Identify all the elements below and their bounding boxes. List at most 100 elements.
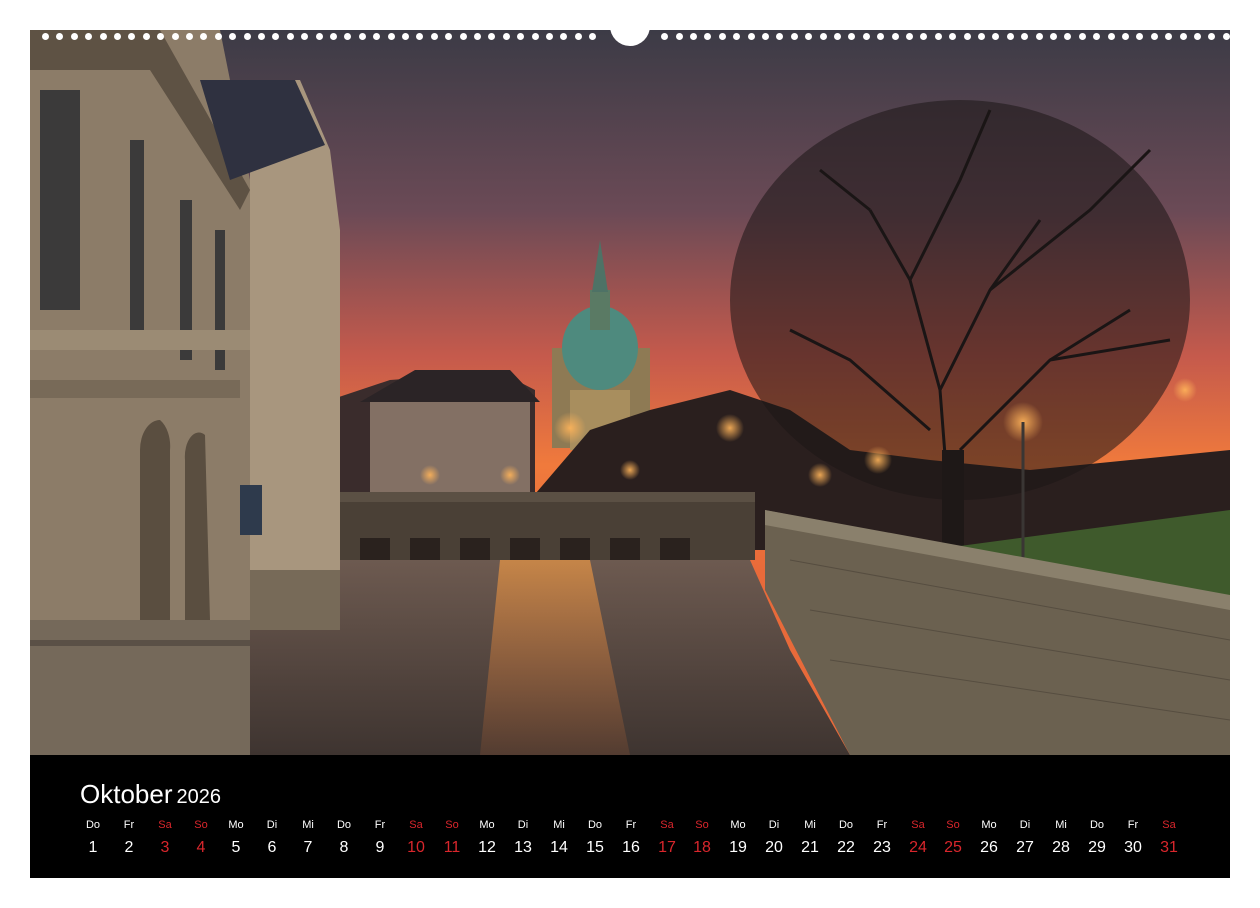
hanger-hook <box>610 22 650 46</box>
binding-hole <box>186 33 193 40</box>
day-number: 23 <box>873 839 891 856</box>
calendar-strip: Oktober 2026 Do 1 Fr 2 Sa 3 So 4 Mo 5 Di 6 Mi 7 Do 8 Fr 9 S… <box>30 755 1230 878</box>
weekday-label: Sa <box>1162 819 1176 831</box>
binding-hole <box>42 33 49 40</box>
binding-hole <box>1036 33 1043 40</box>
day-cell: Sa 10 <box>398 817 434 857</box>
day-cell: Do 29 <box>1079 817 1115 857</box>
day-number: 20 <box>765 839 783 856</box>
day-cell: So 18 <box>684 817 720 857</box>
day-cell: Mi 7 <box>290 817 326 857</box>
binding-hole <box>229 33 236 40</box>
binding-hole <box>460 33 467 40</box>
binding-hole <box>301 33 308 40</box>
day-cell: Mi 28 <box>1043 817 1079 857</box>
binding-hole <box>488 33 495 40</box>
day-number: 11 <box>443 839 461 856</box>
weekday-label: Do <box>85 819 101 831</box>
day-number: 14 <box>550 839 568 856</box>
day-number: 25 <box>944 839 962 856</box>
binding-hole <box>1165 33 1172 40</box>
day-number: 16 <box>622 839 640 856</box>
binding-hole <box>1223 33 1230 40</box>
weekday-label: Sa <box>158 819 172 831</box>
binding-hole <box>445 33 452 40</box>
binding-hole <box>877 33 884 40</box>
binding-hole <box>690 33 697 40</box>
day-cell: Fr 2 <box>111 817 147 857</box>
binding-hole <box>517 33 524 40</box>
weekday-label: Di <box>1019 819 1031 831</box>
binding-hole <box>287 33 294 40</box>
binding-hole <box>906 33 913 40</box>
binding-hole <box>388 33 395 40</box>
weekday-label: So <box>194 819 208 831</box>
binding-hole <box>762 33 769 40</box>
binding-hole <box>748 33 755 40</box>
weekday-label: Sa <box>660 819 674 831</box>
day-number: 28 <box>1052 839 1070 856</box>
binding-hole <box>1151 33 1158 40</box>
day-number: 12 <box>478 839 496 856</box>
binding-hole <box>172 33 179 40</box>
binding-hole <box>71 33 78 40</box>
binding-hole <box>316 33 323 40</box>
binding-hole <box>733 33 740 40</box>
weekday-label: So <box>946 819 960 831</box>
day-row: Do 1 Fr 2 Sa 3 So 4 Mo 5 Di 6 Mi 7 Do 8 Fr 9 Sa 10 So 11 Mo 12 D… <box>75 817 1200 867</box>
weekday-label: Fr <box>123 819 135 831</box>
day-number: 10 <box>407 839 425 856</box>
binding-hole <box>575 33 582 40</box>
binding-hole <box>805 33 812 40</box>
day-cell: Fr 16 <box>613 817 649 857</box>
binding-hole <box>1079 33 1086 40</box>
binding-hole <box>244 33 251 40</box>
binding-hole <box>935 33 942 40</box>
day-number: 17 <box>658 839 676 856</box>
day-number: 15 <box>586 839 604 856</box>
month-year: 2026 <box>176 786 222 808</box>
day-cell: Fr 9 <box>362 817 398 857</box>
binding-hole <box>503 33 510 40</box>
weekday-label: Mi <box>302 819 314 831</box>
binding-hole <box>474 33 481 40</box>
day-number: 22 <box>837 839 855 856</box>
binding-hole <box>820 33 827 40</box>
weekday-label: Mo <box>981 819 997 831</box>
binding-hole <box>978 33 985 40</box>
day-cell: Di 20 <box>756 817 792 857</box>
binding-hole <box>1194 33 1201 40</box>
binding-hole <box>431 33 438 40</box>
day-number: 21 <box>801 839 819 856</box>
weekday-label: Do <box>1089 819 1105 831</box>
binding-hole <box>661 33 668 40</box>
binding-hole <box>892 33 899 40</box>
day-cell: Sa 17 <box>649 817 685 857</box>
day-number: 3 <box>160 839 170 856</box>
binding-hole <box>272 33 279 40</box>
day-cell: Di 13 <box>505 817 541 857</box>
weekday-label: Mi <box>553 819 565 831</box>
weekday-label: So <box>445 819 459 831</box>
day-cell: Do 22 <box>828 817 864 857</box>
weekday-label: Sa <box>911 819 925 831</box>
binding-hole <box>719 33 726 40</box>
day-number: 6 <box>267 839 277 856</box>
binding-hole <box>532 33 539 40</box>
binding-hole <box>1093 33 1100 40</box>
binding-hole <box>1180 33 1187 40</box>
weekday-label: Di <box>517 819 529 831</box>
binding-hole <box>330 33 337 40</box>
day-number: 9 <box>375 839 385 856</box>
binding-hole <box>1050 33 1057 40</box>
weekday-label: Fr <box>625 819 637 831</box>
binding-hole <box>676 33 683 40</box>
binding-hole <box>128 33 135 40</box>
binding-hole <box>1136 33 1143 40</box>
binding-hole <box>848 33 855 40</box>
month-title: Oktober 2026 <box>80 779 221 810</box>
binding-hole <box>1122 33 1129 40</box>
binding-hole <box>920 33 927 40</box>
month-name: Oktober <box>80 779 173 809</box>
binding-hole <box>992 33 999 40</box>
